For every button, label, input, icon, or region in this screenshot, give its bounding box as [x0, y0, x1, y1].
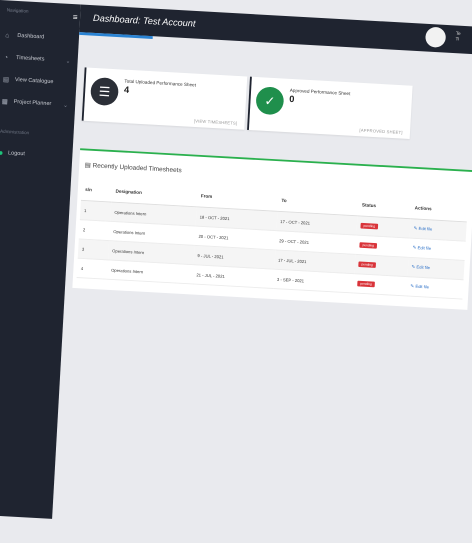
top-bar: ≡ Dashboard: Test Account Te Ti	[73, 4, 472, 57]
edit-icon: ✎	[411, 264, 416, 271]
chevron-down-icon: ⌄	[65, 58, 71, 65]
status-badge: pending	[360, 222, 378, 230]
planner-icon: ▦	[1, 98, 8, 106]
timesheets-icon: ◔	[3, 54, 9, 61]
check-icon: ✓	[255, 86, 285, 116]
total-sheets-card: ☰ Total Uploaded Performance Sheet 4 [VI…	[81, 67, 248, 130]
card-label: Total Uploaded Performance Sheet	[124, 78, 197, 89]
card-value: 4	[123, 85, 130, 96]
edit-file-link[interactable]: ✎ Edit file	[412, 245, 431, 251]
dashboard-icon: ⌂	[5, 32, 10, 39]
sidebar: Navigation ⌂ Dashboard ◔ Timesheets ⌄ ▤ …	[0, 0, 81, 519]
clipboard-icon: ☰	[89, 76, 120, 107]
sidebar-item-label: View Catalogue	[14, 77, 54, 85]
user-label: Te Ti	[455, 31, 461, 43]
sidebar-section-label: Administration	[0, 129, 30, 137]
approved-sheets-card: ✓ Approved Performance Sheet 0 [APPROVED…	[247, 76, 413, 140]
catalogue-icon: ▤	[2, 76, 10, 84]
edit-file-link[interactable]: ✎ Edit file	[411, 264, 430, 270]
col-header: Status	[357, 195, 412, 219]
panel-title: ▤ Recently Uploaded Timesheets	[84, 162, 182, 175]
avatar[interactable]	[424, 26, 447, 48]
approved-sheet-link[interactable]: [APPROVED SHEET]	[359, 128, 402, 135]
sidebar-item-label: Timesheets	[15, 55, 45, 63]
sidebar-item-logout[interactable]: Logout	[0, 141, 73, 168]
recent-timesheets-panel: ▤ Recently Uploaded Timesheets s/n Desig…	[72, 148, 472, 310]
sidebar-item-label: Logout	[7, 150, 26, 158]
menu-icon[interactable]: ≡	[73, 12, 78, 21]
file-icon: ▤	[84, 162, 91, 170]
edit-icon: ✎	[413, 225, 418, 232]
card-label: Approved Performance Sheet	[289, 88, 351, 97]
sidebar-item-label: Project Planner	[13, 99, 52, 107]
col-header: s/n	[80, 179, 113, 203]
status-badge: pending	[359, 242, 377, 249]
status-badge: pending	[357, 280, 375, 288]
sidebar-item-project-planner[interactable]: ▦ Project Planner ⌄	[0, 90, 76, 117]
page-title: Dashboard: Test Account	[92, 13, 196, 30]
sidebar-item-label: Dashboard	[17, 33, 45, 41]
timesheets-table: s/n Designation From To Status Actions 1…	[76, 179, 468, 300]
edit-icon: ✎	[410, 283, 415, 290]
edit-icon: ✎	[412, 245, 417, 251]
view-timesheets-link[interactable]: [VIEW TIMESHEETS]	[194, 119, 238, 126]
edit-file-link[interactable]: ✎ Edit file	[413, 226, 432, 232]
card-value: 0	[289, 94, 295, 105]
status-badge: pending	[358, 261, 376, 268]
chevron-down-icon: ⌄	[63, 102, 68, 109]
status-dot-icon	[0, 151, 3, 155]
dashboard-page: Navigation ⌂ Dashboard ◔ Timesheets ⌄ ▤ …	[0, 0, 472, 543]
edit-file-link[interactable]: ✎ Edit file	[410, 284, 429, 290]
